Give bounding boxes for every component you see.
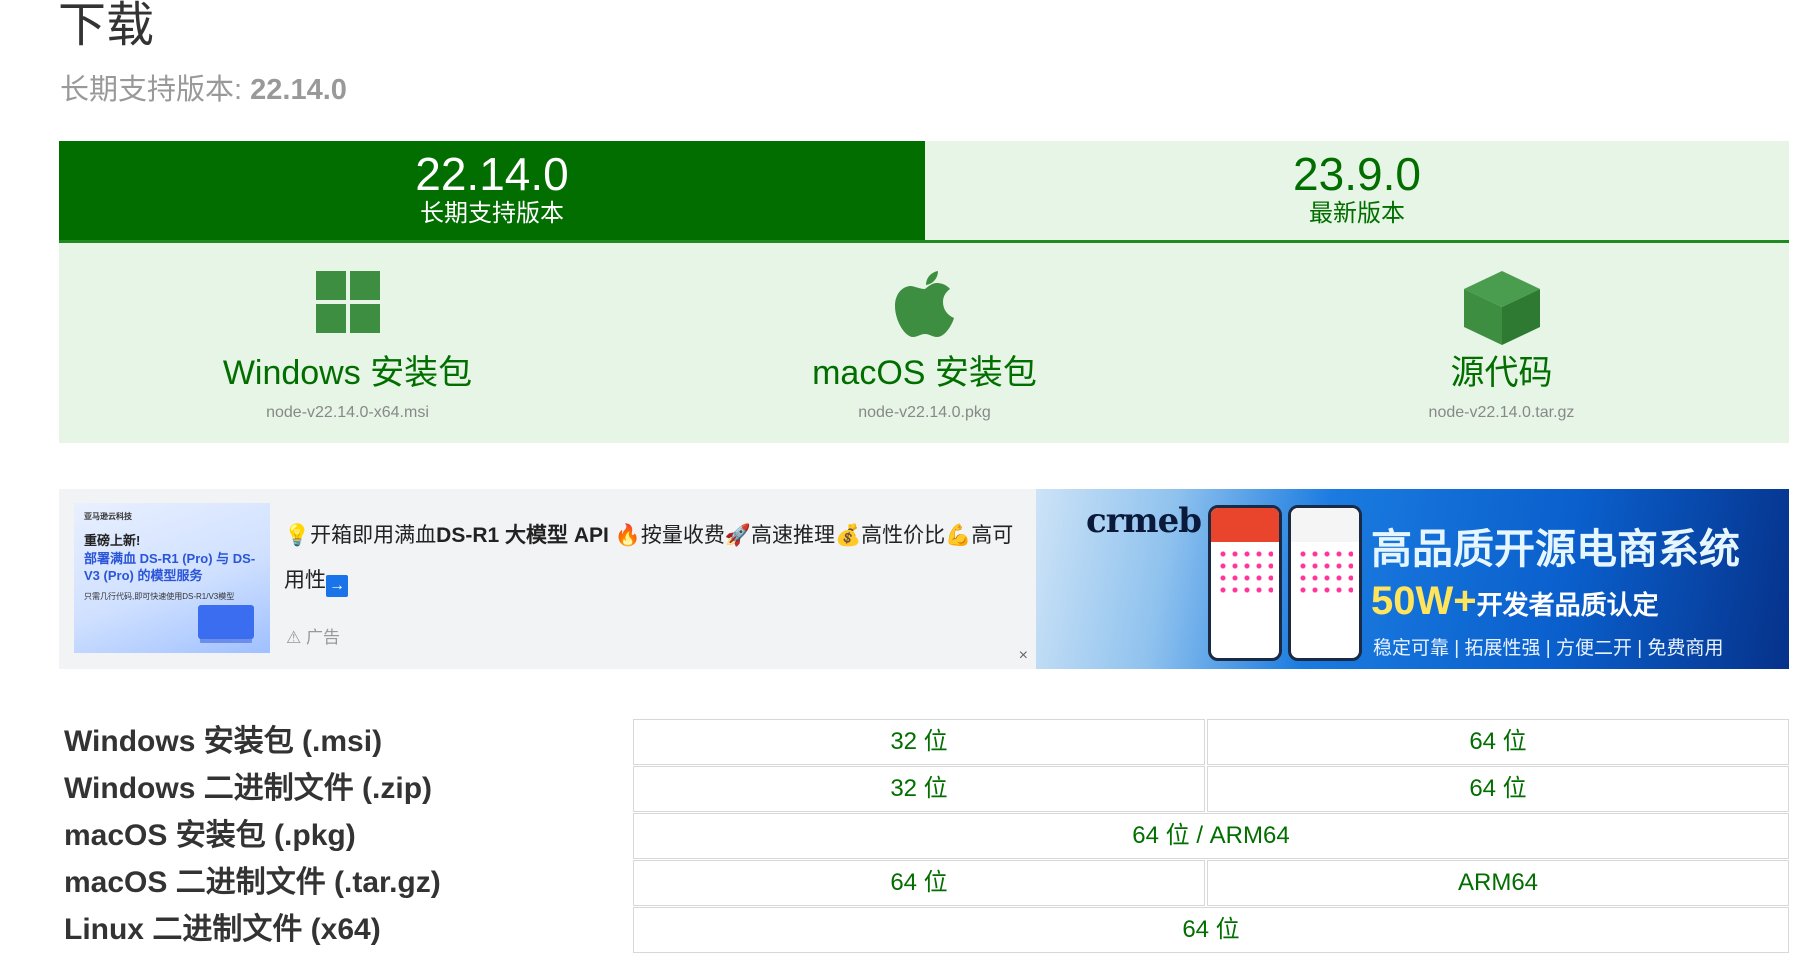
subtitle-prefix: 长期支持版本: bbox=[60, 74, 251, 106]
tab-lts[interactable]: 22.14.0 长期支持版本 bbox=[59, 141, 925, 240]
page-title: 下载 bbox=[58, 0, 155, 52]
close-icon[interactable]: × bbox=[1019, 647, 1028, 665]
download-link[interactable]: 64 位 bbox=[1207, 719, 1789, 765]
tab-lts-label: 长期支持版本 bbox=[420, 200, 564, 227]
ad-subheadline: 50W+开发者品质认定 bbox=[1371, 579, 1659, 624]
download-link[interactable]: 64 位 bbox=[633, 907, 1789, 953]
download-link[interactable]: ARM64 bbox=[1207, 860, 1789, 906]
source-code-label: 源代码 bbox=[1450, 354, 1553, 392]
ad-thumb-caption: 只需几行代码,即可快速使用DS-R1/V3模型 bbox=[84, 592, 235, 601]
laptop-illustration bbox=[198, 605, 254, 639]
tab-current[interactable]: 23.9.0 最新版本 bbox=[925, 141, 1789, 240]
box-icon bbox=[1463, 271, 1540, 345]
arrow-right-icon: → bbox=[326, 575, 348, 597]
macos-installer-file: node-v22.14.0.pkg bbox=[858, 404, 991, 421]
row-label: Windows 安装包 (.msi) bbox=[64, 725, 383, 758]
windows-installer-download[interactable]: Windows 安装包 node-v22.14.0-x64.msi bbox=[59, 243, 636, 443]
ad-thumb-brand: 亚马逊云科技 bbox=[84, 512, 132, 521]
source-code-file: node-v22.14.0.tar.gz bbox=[1428, 404, 1575, 421]
ad-label: ⚠ 广告 bbox=[286, 628, 340, 647]
windows-icon bbox=[315, 271, 380, 333]
download-link[interactable]: 64 位 / ARM64 bbox=[633, 813, 1789, 859]
download-link[interactable]: 32 位 bbox=[633, 766, 1205, 812]
ad-banner-left[interactable]: 亚马逊云科技 重磅上新! 部署满血 DS-R1 (Pro) 与 DS-V3 (P… bbox=[59, 489, 1036, 669]
row-label: Windows 二进制文件 (.zip) bbox=[64, 772, 433, 805]
ad-headline: 高品质开源电商系统 bbox=[1371, 526, 1740, 572]
phone-mockup bbox=[1288, 505, 1362, 661]
tab-current-label: 最新版本 bbox=[1309, 200, 1405, 227]
subtitle-version: 22.14.0 bbox=[250, 74, 347, 106]
windows-installer-label: Windows 安装包 bbox=[222, 354, 473, 392]
apple-icon bbox=[894, 271, 954, 337]
macos-installer-download[interactable]: macOS 安装包 node-v22.14.0.pkg bbox=[636, 243, 1213, 443]
table-row: Windows 安装包 (.msi) 32 位 64 位 bbox=[59, 719, 1789, 765]
table-row: macOS 二进制文件 (.tar.gz) 64 位 ARM64 bbox=[59, 860, 1789, 906]
windows-installer-file: node-v22.14.0-x64.msi bbox=[266, 404, 429, 421]
table-row: macOS 安装包 (.pkg) 64 位 / ARM64 bbox=[59, 813, 1789, 859]
ad-thumb-headline: 重磅上新! bbox=[84, 533, 141, 548]
table-row: Windows 二进制文件 (.zip) 32 位 64 位 bbox=[59, 766, 1789, 812]
phone-mockup bbox=[1208, 505, 1282, 661]
row-label: macOS 二进制文件 (.tar.gz) bbox=[64, 866, 441, 899]
download-options: Windows 安装包 node-v22.14.0-x64.msi macOS … bbox=[59, 243, 1789, 443]
ad-label-text: 广告 bbox=[305, 628, 340, 647]
row-label: macOS 安装包 (.pkg) bbox=[64, 819, 356, 852]
macos-installer-label: macOS 安装包 bbox=[812, 354, 1037, 392]
table-row: Linux 二进制文件 (x64) 64 位 bbox=[59, 907, 1789, 953]
tab-current-version: 23.9.0 bbox=[1293, 148, 1421, 200]
tab-lts-version: 22.14.0 bbox=[415, 148, 569, 200]
ad-thumb-subhead: 部署满血 DS-R1 (Pro) 与 DS-V3 (Pro) 的模型服务 bbox=[84, 551, 256, 583]
ad-thumbnail: 亚马逊云科技 重磅上新! 部署满血 DS-R1 (Pro) 与 DS-V3 (P… bbox=[74, 503, 270, 653]
ad-text-bold: DS-R1 大模型 API bbox=[436, 524, 609, 547]
download-link[interactable]: 32 位 bbox=[633, 719, 1205, 765]
ad-sub-big: 50W+ bbox=[1371, 579, 1477, 623]
source-code-download[interactable]: 源代码 node-v22.14.0.tar.gz bbox=[1213, 243, 1790, 443]
lts-subtitle: 长期支持版本: 22.14.0 bbox=[60, 70, 347, 110]
ad-banner-crmeb[interactable]: crmeb 高品质开源电商系统 50W+开发者品质认定 稳定可靠 | 拓展性强 … bbox=[1036, 489, 1789, 669]
version-tabs: 22.14.0 长期支持版本 23.9.0 最新版本 bbox=[59, 141, 1789, 243]
ad-sub-rest: 开发者品质认定 bbox=[1476, 590, 1659, 620]
download-link[interactable]: 64 位 bbox=[1207, 766, 1789, 812]
ad-text-a: 💡开箱即用满血 bbox=[284, 524, 437, 547]
crmeb-logo: crmeb bbox=[1086, 501, 1202, 541]
ad-tagline: 稳定可靠 | 拓展性强 | 方便二开 | 免费商用 bbox=[1373, 638, 1724, 659]
ad-text[interactable]: 💡开箱即用满血DS-R1 大模型 API 🔥按量收费🚀高速推理💰高性价比💪高可用… bbox=[284, 513, 1024, 603]
row-label: Linux 二进制文件 (x64) bbox=[64, 913, 381, 946]
download-link[interactable]: 64 位 bbox=[633, 860, 1205, 906]
